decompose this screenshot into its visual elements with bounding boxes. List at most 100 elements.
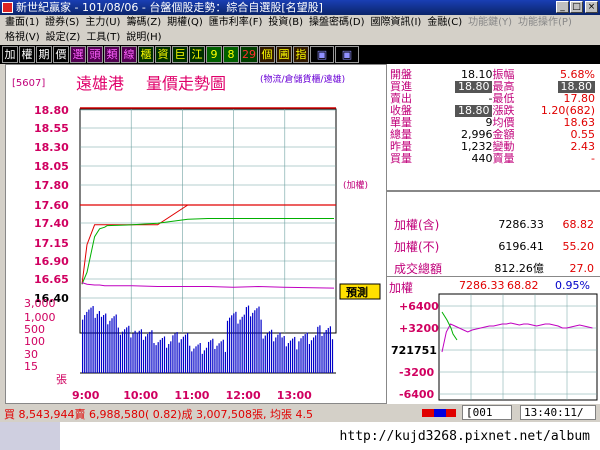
volume-bar xyxy=(119,334,121,373)
toolbar-button[interactable]: 資 xyxy=(155,46,171,63)
index-row: 加權(含) 7286.33 68.82 xyxy=(393,214,595,236)
volume-bar xyxy=(321,335,323,373)
toolbar-button[interactable]: 類 xyxy=(104,46,120,63)
volume-bar xyxy=(124,329,126,373)
menu-item-row2-1[interactable]: 設定(Z) xyxy=(43,30,84,45)
quote-value: 440 xyxy=(471,152,493,165)
volume-bar xyxy=(86,311,88,373)
volume-bar xyxy=(103,315,105,373)
menu-item-row2-2[interactable]: 工具(T) xyxy=(83,30,123,45)
close-button[interactable]: × xyxy=(585,1,598,13)
volume-bar xyxy=(187,333,189,373)
maximize-button[interactable]: □ xyxy=(570,1,583,13)
toolbar-button[interactable]: 9 xyxy=(206,46,222,63)
volume-bar xyxy=(182,336,184,373)
toolbar-icon-button[interactable]: ▣ xyxy=(335,46,359,63)
time-tick: 9:00 xyxy=(72,389,100,402)
volume-bar xyxy=(262,338,264,373)
toolbar-icon-button[interactable]: ▣ xyxy=(310,46,334,63)
toolbar-button[interactable]: 29 xyxy=(240,46,258,63)
volume-bar xyxy=(283,335,285,373)
forecast-badge[interactable]: 預測 xyxy=(346,285,368,299)
quote-value: 18.80 xyxy=(426,105,493,117)
volume-bar xyxy=(327,327,329,373)
volume-bar xyxy=(329,326,331,373)
volume-bar xyxy=(319,325,321,373)
volume-bar xyxy=(132,333,134,373)
toolbar-button[interactable]: 選 xyxy=(70,46,86,63)
volume-bar xyxy=(308,344,310,373)
index-mini-chart[interactable]: +6400 +3200 721751 -3200 -6400 xyxy=(387,292,600,402)
volume-bar xyxy=(117,327,119,373)
menu-item-2[interactable]: 主力(U) xyxy=(82,15,123,30)
volume-bar xyxy=(323,332,325,373)
menu-item-9[interactable]: 金融(C) xyxy=(424,15,465,30)
page-input[interactable]: [001 xyxy=(462,405,512,420)
volume-bar xyxy=(142,339,145,373)
quote-value: 18.80 xyxy=(426,81,493,93)
volume-bar xyxy=(208,341,210,373)
menu-item-8[interactable]: 國際資訊(I) xyxy=(368,15,425,30)
menu-item-5[interactable]: 匯市利率(F) xyxy=(206,15,266,30)
volume-bar xyxy=(111,318,113,373)
volume-bar xyxy=(289,340,292,373)
price-tick: 18.30 xyxy=(34,141,69,154)
volume-tick: 3,000 xyxy=(24,297,56,310)
toolbar-button[interactable]: 線 xyxy=(121,46,137,63)
volume-bar xyxy=(214,348,216,373)
menu-item-4[interactable]: 期權(Q) xyxy=(164,15,206,30)
volume-bar xyxy=(96,313,98,373)
toolbar-button[interactable]: 櫃 xyxy=(138,46,154,63)
volume-bar xyxy=(147,333,149,373)
menu-item-row2-0[interactable]: 格視(V) xyxy=(2,30,43,45)
divider xyxy=(387,190,600,192)
volume-bar xyxy=(254,310,256,373)
volume-bar xyxy=(159,339,161,373)
volume-bar xyxy=(90,307,92,373)
volume-bar xyxy=(285,346,287,373)
window-title: 新世紀贏家 - 101/08/06 - 台盤個股走勢：綜合自選股[名望股] xyxy=(16,1,323,14)
volume-bar xyxy=(292,338,294,373)
volume-bar xyxy=(294,336,296,373)
volume-bar xyxy=(184,334,187,373)
volume-bar xyxy=(296,349,298,373)
menu-item-row2-3[interactable]: 說明(H) xyxy=(123,30,164,45)
toolbar-button[interactable]: 圃 xyxy=(276,46,292,63)
price-tick: 16.65 xyxy=(34,273,69,286)
index-table: 加權(含) 7286.33 68.82 加權(不) 6196.41 55.20 成交總額 81… xyxy=(393,214,595,280)
menu-item-6[interactable]: 投資(B) xyxy=(265,15,306,30)
volume-bar xyxy=(163,336,166,373)
menu-item-11[interactable]: 功能操作(P) xyxy=(515,15,575,30)
minimize-button[interactable]: _ xyxy=(556,1,569,13)
volume-bar xyxy=(195,346,197,373)
time-tick: 10:00 xyxy=(123,389,158,402)
menu-item-7[interactable]: 操盤密碼(D) xyxy=(306,15,368,30)
price-volume-chart[interactable]: [5607] 遠雄港 量價走勢圖 (物流/倉儲貨櫃/遠雄) 18.80 18.55… xyxy=(6,65,388,405)
toolbar-button[interactable]: 個 xyxy=(259,46,275,63)
toolbar-button[interactable]: 江 xyxy=(189,46,205,63)
menu-item-10[interactable]: 功能鍵(Y) xyxy=(465,15,515,30)
volume-bar xyxy=(298,341,300,373)
volume-tick: 張 xyxy=(56,373,67,386)
toolbar-button[interactable]: 巨 xyxy=(172,46,188,63)
volume-bar xyxy=(178,342,180,373)
mini-change: 68.82 xyxy=(507,279,539,292)
menu-item-3[interactable]: 籌碼(Z) xyxy=(123,15,164,30)
toolbar-button[interactable]: 加 xyxy=(2,46,18,63)
quote-value: - xyxy=(591,152,595,165)
quote-row: 買量 440 賣量 - xyxy=(390,153,595,165)
volume-bar xyxy=(193,348,195,373)
time-tick: 12:00 xyxy=(226,389,261,402)
toolbar-button[interactable]: 期 xyxy=(36,46,52,63)
toolbar-button[interactable]: 指 xyxy=(293,46,309,63)
volume-bar xyxy=(313,337,315,373)
menu-item-1[interactable]: 證券(S) xyxy=(42,15,82,30)
price-tick: 17.40 xyxy=(34,217,69,230)
toolbar-button[interactable]: 頭 xyxy=(87,46,103,63)
menu-item-0[interactable]: 畫面(1) xyxy=(2,15,42,30)
toolbar-button[interactable]: 價 xyxy=(53,46,69,63)
index-value: 7286.33 xyxy=(498,218,544,231)
toolbar-button[interactable]: 權 xyxy=(19,46,35,63)
toolbar-button[interactable]: 8 xyxy=(223,46,239,63)
volume-bar xyxy=(271,329,273,373)
